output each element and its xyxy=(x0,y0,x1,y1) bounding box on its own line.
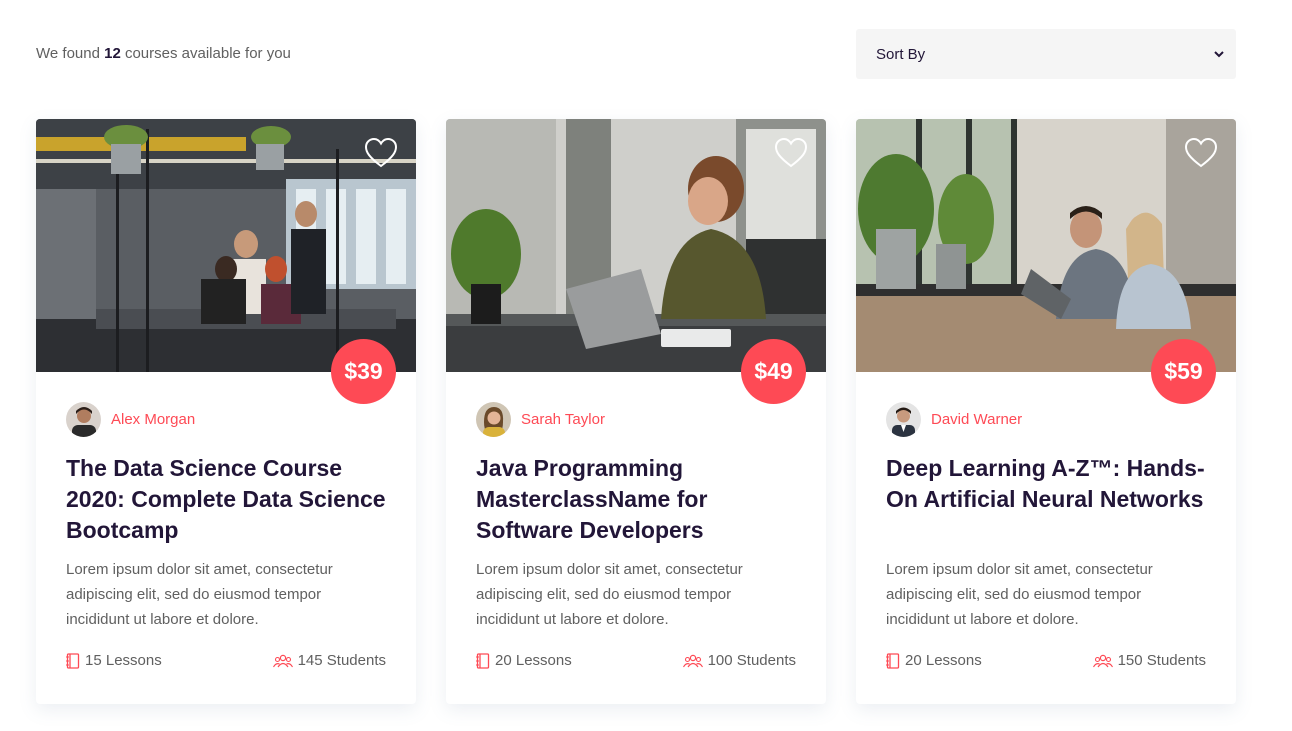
lessons-count: 20 Lessons xyxy=(476,652,572,669)
results-count: 12 xyxy=(104,45,121,62)
course-image[interactable] xyxy=(856,119,1236,372)
book-icon xyxy=(66,652,80,669)
course-description: Lorem ipsum dolor sit amet, consectetur … xyxy=(886,561,1153,628)
users-icon xyxy=(1092,654,1113,667)
price-badge: $59 xyxy=(1151,339,1216,404)
heart-icon[interactable] xyxy=(364,137,398,169)
results-count-text: We found 12 courses available for you xyxy=(36,45,291,62)
heart-icon[interactable] xyxy=(774,137,808,169)
avatar xyxy=(886,402,921,437)
students-label: 100 Students xyxy=(707,652,796,669)
course-meta: 15 Lessons 145 Students xyxy=(66,652,386,674)
sort-by-label: Sort By xyxy=(876,45,926,63)
course-meta: 20 Lessons 100 Students xyxy=(476,652,796,674)
course-card: $59 David Warner Deep Learning A-Z™: Han… xyxy=(856,119,1236,704)
course-title[interactable]: Java Programming MasterclassName for Sof… xyxy=(476,453,796,546)
price-badge: $49 xyxy=(741,339,806,404)
results-suffix: courses available for you xyxy=(124,45,291,62)
students-count: 100 Students xyxy=(682,652,796,669)
students-label: 145 Students xyxy=(297,652,386,669)
students-count: 145 Students xyxy=(272,652,386,669)
price-badge: $39 xyxy=(331,339,396,404)
course-title[interactable]: Deep Learning A-Z™: Hands-On Artificial … xyxy=(886,453,1206,515)
course-image[interactable] xyxy=(446,119,826,372)
heart-icon[interactable] xyxy=(1184,137,1218,169)
course-author: Alex Morgan xyxy=(66,402,195,437)
book-icon xyxy=(476,652,490,669)
book-icon xyxy=(886,652,900,669)
course-author: David Warner xyxy=(886,402,1022,437)
results-bar: We found 12 courses available for you So… xyxy=(36,29,1236,79)
lessons-label: 15 Lessons xyxy=(85,652,162,669)
course-card: $49 Sarah Taylor Java Programming Master… xyxy=(446,119,826,704)
users-icon xyxy=(682,654,703,667)
course-description: Lorem ipsum dolor sit amet, consectetur … xyxy=(476,561,743,628)
lessons-count: 20 Lessons xyxy=(886,652,982,669)
students-count: 150 Students xyxy=(1092,652,1206,669)
course-card: $39 Alex Morgan The Data Science Course … xyxy=(36,119,416,704)
lessons-label: 20 Lessons xyxy=(495,652,572,669)
avatar xyxy=(66,402,101,437)
chevron-down-icon xyxy=(1214,51,1224,58)
lessons-count: 15 Lessons xyxy=(66,652,162,669)
results-prefix: We found xyxy=(36,45,100,62)
avatar xyxy=(476,402,511,437)
users-icon xyxy=(272,654,293,667)
author-name-link[interactable]: Sarah Taylor xyxy=(521,411,605,428)
course-description: Lorem ipsum dolor sit amet, consectetur … xyxy=(66,561,333,628)
students-label: 150 Students xyxy=(1117,652,1206,669)
author-name-link[interactable]: Alex Morgan xyxy=(111,411,195,428)
course-meta: 20 Lessons 150 Students xyxy=(886,652,1206,674)
course-grid: $39 Alex Morgan The Data Science Course … xyxy=(36,119,1236,704)
author-name-link[interactable]: David Warner xyxy=(931,411,1022,428)
lessons-label: 20 Lessons xyxy=(905,652,982,669)
course-title[interactable]: The Data Science Course 2020: Complete D… xyxy=(66,453,386,546)
course-image[interactable] xyxy=(36,119,416,372)
course-author: Sarah Taylor xyxy=(476,402,605,437)
sort-by-select[interactable]: Sort By xyxy=(856,29,1236,79)
